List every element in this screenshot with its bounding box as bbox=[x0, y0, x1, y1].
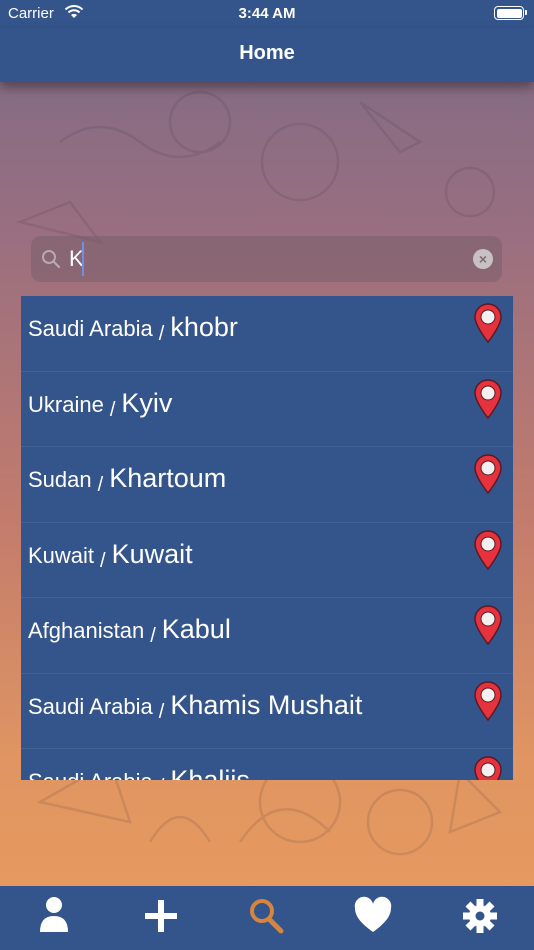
map-pin-icon[interactable] bbox=[472, 680, 504, 722]
country-name: Saudi Arabia bbox=[28, 316, 153, 341]
separator: / bbox=[158, 700, 165, 723]
city-name: Kuwait bbox=[111, 538, 193, 569]
result-text: Ukraine / Kyiv bbox=[28, 387, 173, 421]
tab-bar bbox=[0, 886, 534, 950]
city-name: Kyiv bbox=[121, 387, 173, 418]
navigation-bar: Home bbox=[0, 28, 534, 82]
list-item[interactable]: Kuwait / Kuwait bbox=[21, 523, 513, 598]
map-pin-icon[interactable] bbox=[472, 453, 504, 495]
map-pin-icon[interactable] bbox=[472, 529, 504, 571]
city-name: khobr bbox=[170, 312, 238, 342]
country-name: Sudan bbox=[28, 467, 92, 492]
list-item[interactable]: Saudi Arabia / Khaliis bbox=[21, 749, 513, 780]
list-item[interactable]: Saudi Arabia / khobr bbox=[21, 296, 513, 372]
country-name: Saudi Arabia bbox=[28, 693, 153, 719]
list-item[interactable]: Saudi Arabia / Khamis Mushait bbox=[21, 674, 513, 749]
separator: / bbox=[159, 776, 165, 780]
city-name: Kabul bbox=[161, 614, 231, 644]
map-pin-icon[interactable] bbox=[472, 378, 504, 420]
search-icon bbox=[42, 250, 61, 269]
separator: / bbox=[97, 474, 104, 496]
map-pin-icon[interactable] bbox=[472, 302, 504, 344]
list-item[interactable]: Afghanistan / Kabul bbox=[21, 598, 513, 674]
result-text: Kuwait / Kuwait bbox=[28, 538, 193, 572]
map-pin-icon[interactable] bbox=[472, 604, 504, 646]
country-name: Kuwait bbox=[28, 542, 95, 568]
result-text: Saudi Arabia / Khaliis bbox=[28, 765, 250, 780]
list-item[interactable]: Ukraine / Kyiv bbox=[21, 372, 513, 447]
heart-icon[interactable] bbox=[349, 894, 397, 938]
text-cursor bbox=[82, 242, 84, 276]
status-bar: Carrier 3:44 AM bbox=[0, 0, 534, 28]
separator: / bbox=[158, 323, 165, 345]
results-list[interactable]: Saudi Arabia / khobr Ukraine / Kyiv Sudan / Kh… bbox=[21, 296, 513, 780]
page-title: Home bbox=[239, 42, 295, 64]
separator: / bbox=[109, 398, 116, 421]
country-name: Ukraine bbox=[28, 391, 104, 417]
result-text: Afghanistan / Kabul bbox=[28, 614, 231, 647]
search-icon[interactable] bbox=[243, 894, 291, 938]
clock: 3:44 AM bbox=[238, 5, 296, 22]
city-name: Khaliis bbox=[170, 765, 250, 780]
country-name: Saudi Arabia bbox=[28, 769, 153, 780]
clear-icon[interactable]: × bbox=[473, 249, 493, 269]
profile-icon[interactable] bbox=[30, 894, 78, 938]
country-name: Afghanistan bbox=[28, 618, 145, 643]
separator: / bbox=[150, 625, 156, 647]
gear-icon[interactable] bbox=[456, 894, 504, 938]
city-name: Khartoum bbox=[109, 463, 227, 493]
search-bar[interactable]: × bbox=[31, 236, 502, 282]
result-text: Saudi Arabia / khobr bbox=[28, 312, 238, 345]
separator: / bbox=[100, 549, 106, 572]
city-name: Khamis Mushait bbox=[170, 689, 363, 720]
result-text: Sudan / Khartoum bbox=[28, 463, 227, 496]
result-text: Saudi Arabia / Khamis Mushait bbox=[28, 689, 363, 723]
search-input[interactable] bbox=[69, 242, 459, 276]
battery-icon bbox=[494, 6, 527, 20]
map-pin-icon[interactable] bbox=[472, 755, 504, 780]
add-icon[interactable] bbox=[137, 894, 185, 938]
list-item[interactable]: Sudan / Khartoum bbox=[21, 447, 513, 523]
